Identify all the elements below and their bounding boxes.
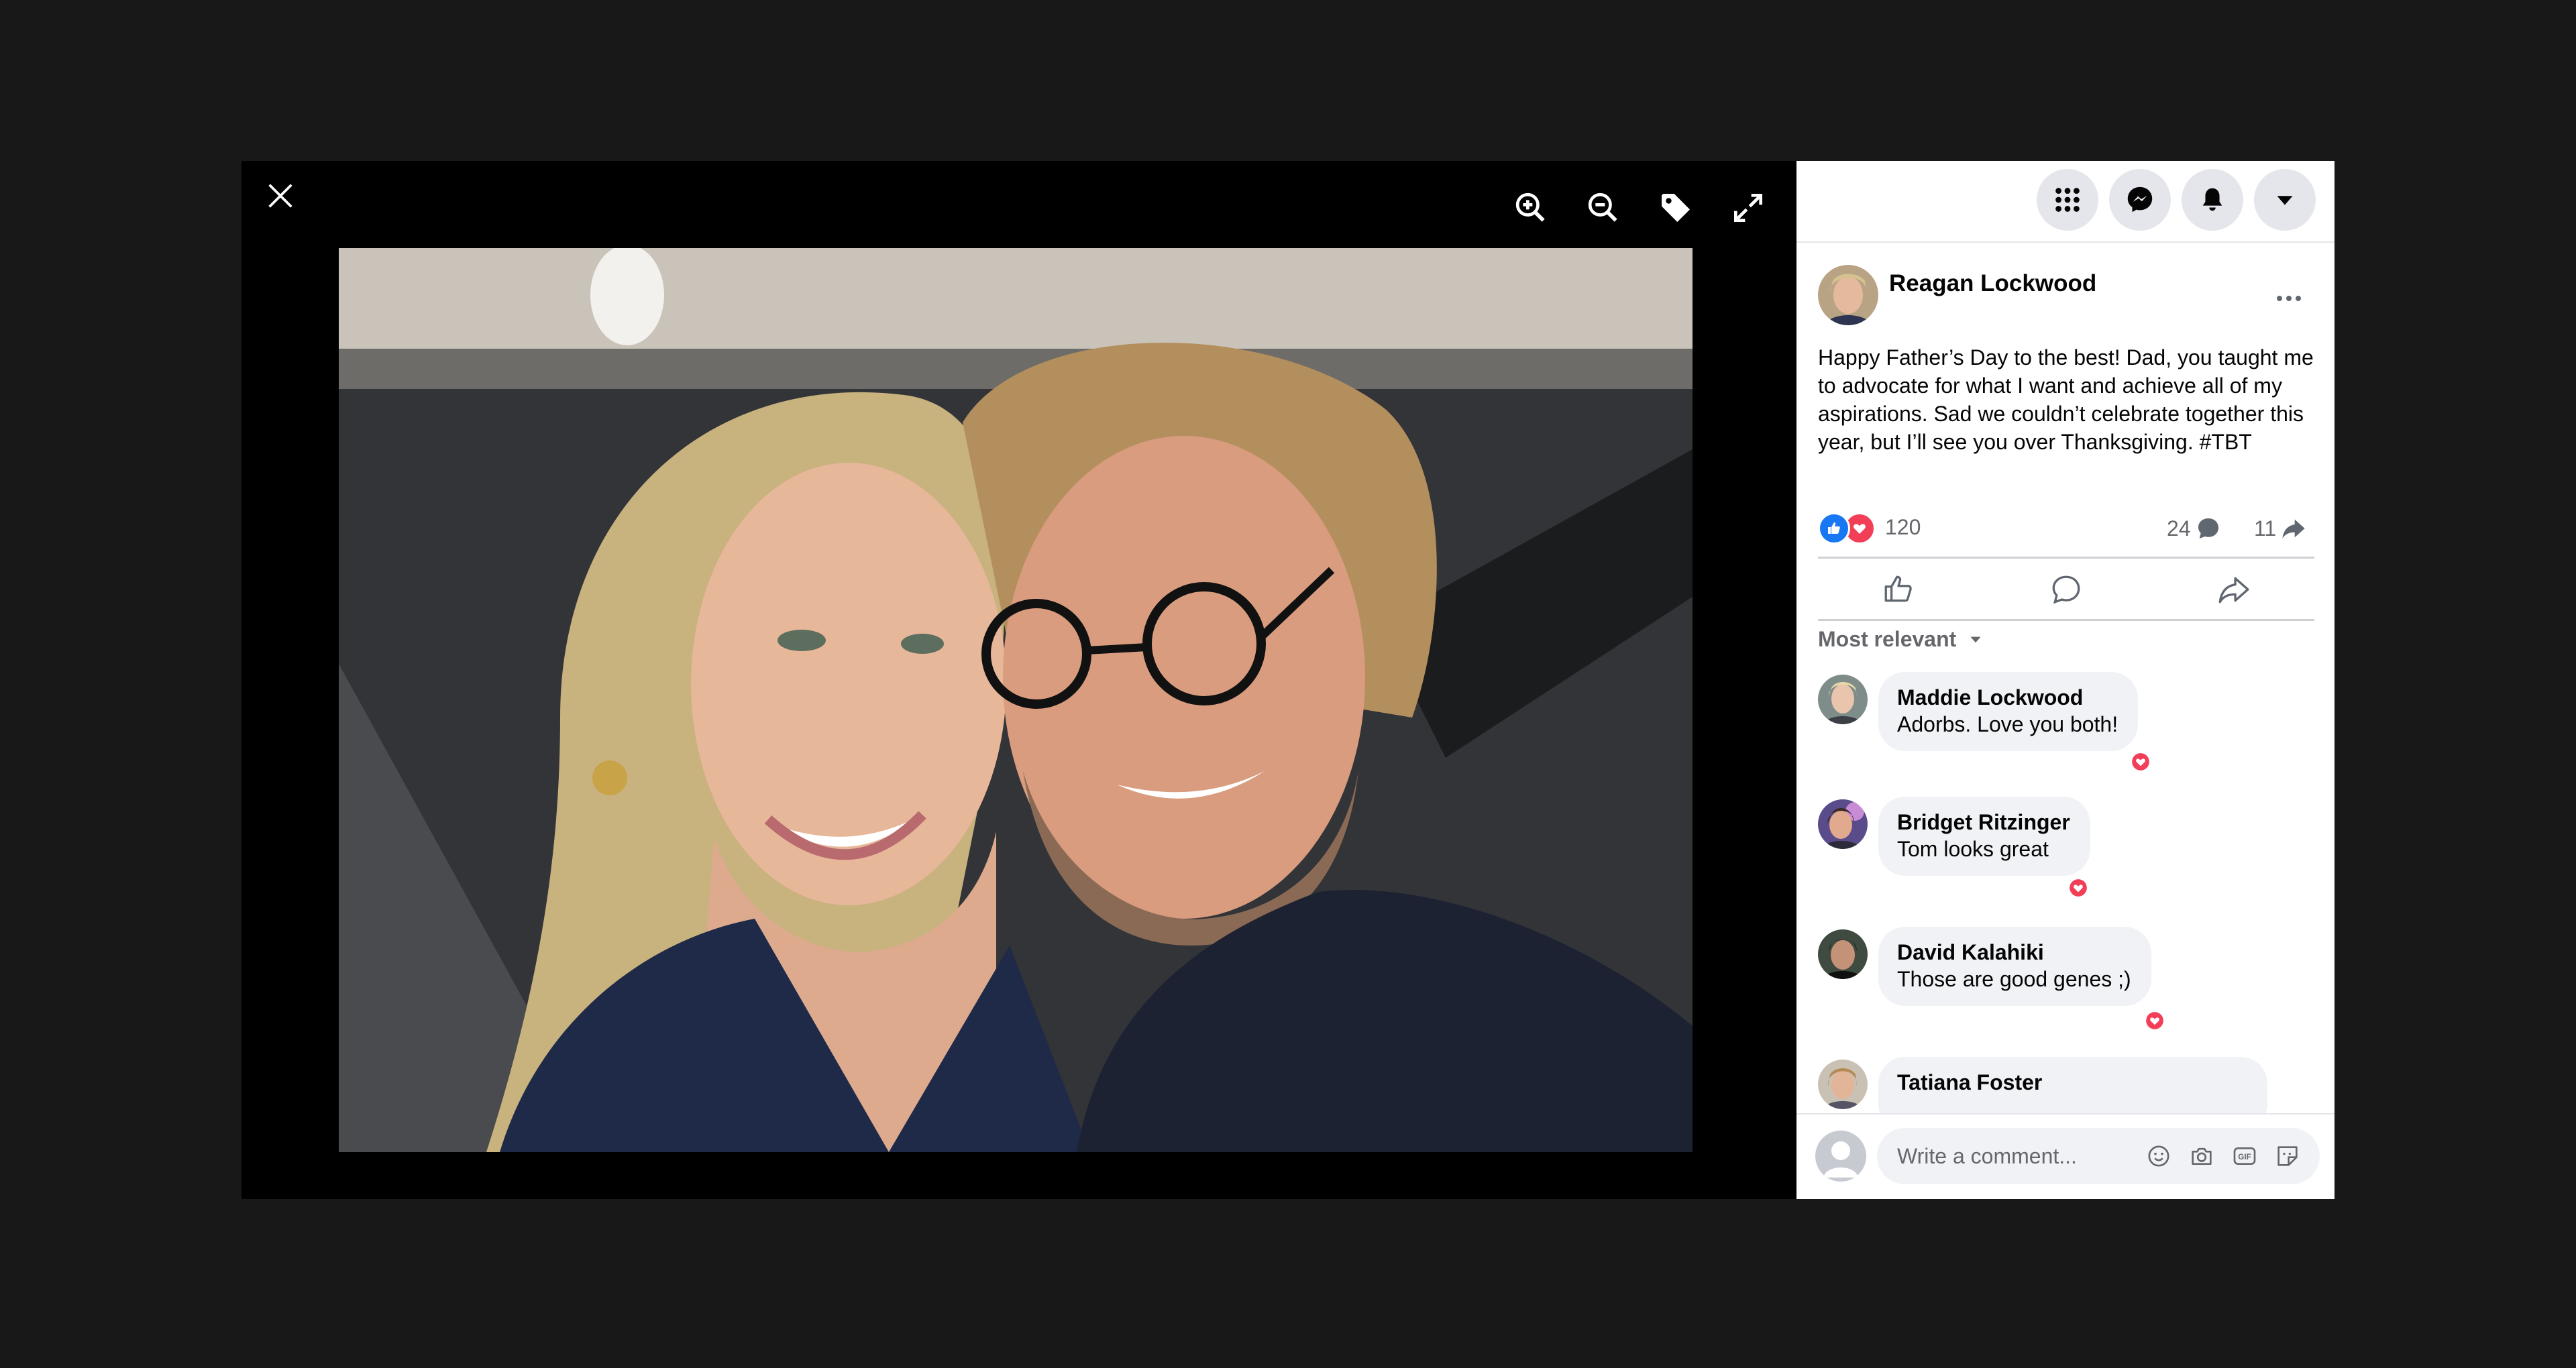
smiley-icon [2148,1145,2169,1167]
commenter-avatar[interactable] [1818,799,1868,849]
commenter-name[interactable]: David Kalahiki [1897,939,2131,966]
comment-sort-dropdown[interactable]: Most relevant [1818,627,1984,652]
zoom-out-icon [1588,192,1617,222]
commenter-avatar[interactable] [1818,1060,1868,1109]
bell-icon [2202,188,2222,211]
like-reaction-icon [1818,512,1850,545]
tag-icon [1662,194,1690,222]
photo-viewer [241,161,1796,1199]
reaction-icons[interactable] [1818,512,1878,545]
comment-love-reaction[interactable] [2130,751,2151,773]
more-dot [2277,296,2282,301]
post-stats: 120 24 11 [1818,510,2314,545]
comment-love-reaction[interactable] [2068,877,2089,899]
share-icon [2218,577,2249,604]
tag-photo-button[interactable] [1656,188,1696,228]
zoom-in-icon [1515,192,1545,222]
zoom-out-button[interactable] [1583,188,1623,228]
heart-icon [2132,753,2149,771]
comment-count-value: 24 [2167,516,2191,540]
caret-down-icon [2277,196,2293,205]
comment-bubble-icon [2198,518,2218,538]
comment-count[interactable]: 24 [2167,515,2222,542]
heart-icon [2146,1012,2163,1029]
commenter-avatar[interactable] [1818,675,1868,724]
commenter-name[interactable]: Bridget Ritzinger [1897,809,2070,836]
post-photo[interactable] [339,248,1693,1152]
comment-item: David Kalahiki Those are good genes ;) [1818,927,2328,1034]
svg-text:GIF: GIF [2238,1153,2251,1161]
commenter-avatar[interactable] [1818,929,1868,979]
comment-icon [2052,575,2080,604]
comment-bubble[interactable]: Maddie Lockwood Adorbs. Love you both! [1878,672,2139,751]
current-user-avatar [1815,1131,1866,1182]
sticker-button[interactable] [2273,1141,2302,1171]
more-dot [2286,296,2292,301]
comment-item: Bridget Ritzinger Tom looks great [1818,797,2328,904]
menu-button[interactable] [2037,169,2098,231]
post-text: Happy Father’s Day to the best! Dad, you… [1818,345,2314,454]
messenger-icon [2127,186,2153,213]
reaction-count[interactable]: 120 [1885,515,1921,540]
post-side-panel: Reagan Lockwood Happy Father’s Day to th… [1796,161,2334,1199]
gif-icon: GIF [2233,1147,2256,1165]
comment-item: Maddie Lockwood Adorbs. Love you both! [1818,672,2328,779]
close-button[interactable] [260,176,301,216]
grid-menu-icon [2055,188,2080,212]
zoom-in-button[interactable] [1511,188,1551,228]
comment-love-reaction[interactable] [2144,1010,2165,1031]
comment-bubble[interactable]: Bridget Ritzinger Tom looks great [1878,797,2090,876]
post-actions [1818,557,2314,621]
author-avatar[interactable] [1818,265,1878,325]
sort-label: Most relevant [1818,627,1957,651]
messenger-button[interactable] [2109,169,2171,231]
gif-button[interactable]: GIF [2230,1141,2259,1171]
share-count[interactable]: 11 [2254,515,2307,542]
camera-icon [2192,1147,2212,1165]
author-name[interactable]: Reagan Lockwood [1889,270,2096,297]
fullscreen-icon [1734,194,1762,222]
sticker-icon [2277,1146,2298,1166]
comment-text: Those are good genes ;) [1897,967,2131,991]
comment-bubble[interactable]: David Kalahiki Those are good genes ;) [1878,927,2151,1006]
comment-button[interactable] [2047,571,2085,608]
share-count-value: 11 [2254,516,2277,540]
photo-illustration [339,248,1693,1152]
comment-text: Tom looks great [1897,837,2049,861]
photo-button[interactable] [2187,1141,2216,1171]
like-button[interactable] [1880,571,1917,608]
close-icon [268,184,292,208]
share-arrow-icon [2282,519,2305,538]
top-bar [1796,161,2334,243]
caret-down-icon [1970,636,1981,642]
account-button[interactable] [2254,169,2316,231]
commenter-name[interactable]: Maddie Lockwood [1897,684,2118,711]
heart-icon [2070,879,2087,897]
notifications-button[interactable] [2182,169,2243,231]
share-button[interactable] [2215,571,2253,608]
post-options-button[interactable] [2269,285,2309,312]
thumbs-up-icon [1884,575,1912,602]
write-comment-area: GIF [1796,1113,2334,1199]
fullscreen-button[interactable] [1728,188,1768,228]
post-header: Reagan Lockwood [1818,265,2314,332]
emoji-button[interactable] [2144,1141,2174,1171]
commenter-name[interactable]: Tatiana Foster [1897,1069,2247,1096]
more-dot [2296,296,2301,301]
comment-text: Adorbs. Love you both! [1897,712,2118,736]
